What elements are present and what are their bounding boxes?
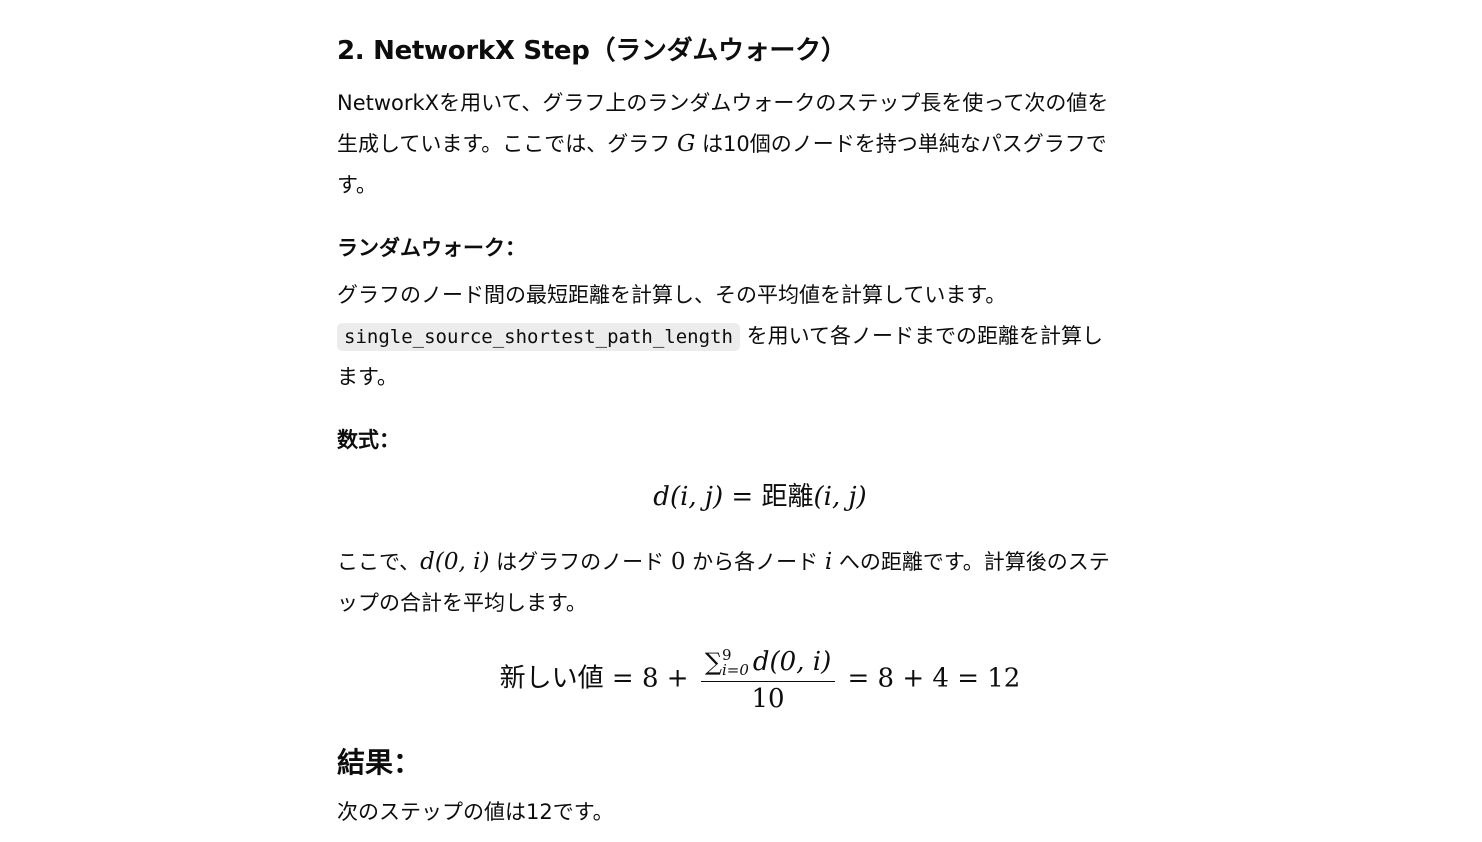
random-walk-line-1: グラフのノード間の最短距離を計算し、その平均値を計算しています。 (337, 283, 1007, 307)
result-paragraph: 次のステップの値は12です。 (337, 792, 1183, 833)
sum-symbol: ∑ (704, 648, 722, 676)
section-title: 2. NetworkX Step（ランダムウォーク） (337, 36, 847, 66)
average-equation: 新しい値 = 8 + ∑ 9 i=0 d(0, i) 10 = 8 + 4 = 12 (499, 645, 1021, 714)
result-text: 次のステップの値は12です。 (337, 800, 614, 824)
formula-heading: 数式： (337, 428, 400, 452)
result-heading: 結果： (337, 746, 422, 779)
distance-formula: d(i, j) = 距離(i, j) (653, 482, 867, 512)
intro-line-2: 生成しています。ここでは、グラフ G は10個のノードを持つ単純なパスグラフで (337, 131, 1107, 157)
intro-line-1: NetworkXを用いて、グラフ上のランダムウォークのステップ長を使って次の値を (337, 91, 1109, 115)
random-walk-line-2: single_source_shortest_path_length を用いて各… (337, 316, 1183, 357)
intro-line-3: す。 (337, 173, 377, 197)
explanation-line-2: ップの合計を平均します。 (337, 591, 587, 615)
random-walk-line-3: ます。 (337, 365, 398, 389)
random-walk-heading: ランダムウォーク： (337, 236, 526, 260)
fraction: ∑ 9 i=0 d(0, i) 10 (700, 645, 836, 714)
random-walk-paragraph: グラフのノード間の最短距離を計算し、その平均値を計算しています。 single_… (337, 275, 1183, 398)
inline-code: single_source_shortest_path_length (337, 323, 740, 351)
explanation-paragraph: ここで、d(0, i) はグラフのノード 0 から各ノード i への距離です。計… (337, 542, 1183, 624)
graph-variable: G (676, 131, 696, 157)
intro-paragraph: NetworkXを用いて、グラフ上のランダムウォークのステップ長を使って次の値を… (337, 83, 1183, 206)
explanation-line-1: ここで、d(0, i) はグラフのノード 0 から各ノード i への距離です。計… (337, 549, 1110, 575)
